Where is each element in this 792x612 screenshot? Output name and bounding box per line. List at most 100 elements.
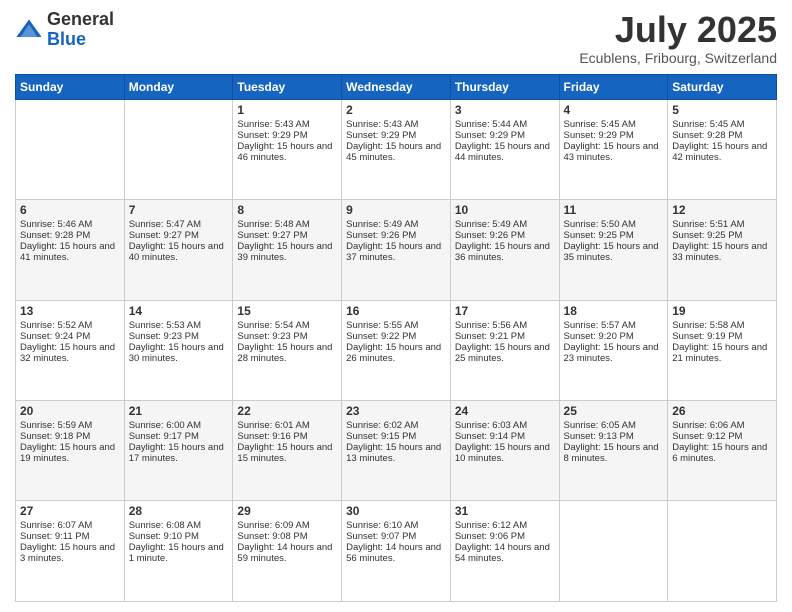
day-number: 28 bbox=[129, 504, 229, 518]
day-number: 7 bbox=[129, 203, 229, 217]
sunrise-text: Sunrise: 5:49 AM bbox=[346, 219, 446, 230]
page: General Blue July 2025 Ecublens, Fribour… bbox=[0, 0, 792, 612]
calendar-cell bbox=[16, 99, 125, 199]
calendar-cell: 15Sunrise: 5:54 AMSunset: 9:23 PMDayligh… bbox=[233, 300, 342, 400]
day-number: 8 bbox=[237, 203, 337, 217]
sunset-text: Sunset: 9:06 PM bbox=[455, 531, 555, 542]
day-number: 1 bbox=[237, 103, 337, 117]
calendar-cell: 28Sunrise: 6:08 AMSunset: 9:10 PMDayligh… bbox=[124, 501, 233, 602]
day-number: 27 bbox=[20, 504, 120, 518]
calendar-cell: 14Sunrise: 5:53 AMSunset: 9:23 PMDayligh… bbox=[124, 300, 233, 400]
sunrise-text: Sunrise: 5:43 AM bbox=[237, 119, 337, 130]
sunset-text: Sunset: 9:08 PM bbox=[237, 531, 337, 542]
day-number: 14 bbox=[129, 304, 229, 318]
sunrise-text: Sunrise: 6:00 AM bbox=[129, 420, 229, 431]
day-number: 4 bbox=[564, 103, 664, 117]
daylight-text: Daylight: 14 hours and 56 minutes. bbox=[346, 542, 446, 564]
sunset-text: Sunset: 9:29 PM bbox=[346, 130, 446, 141]
sunset-text: Sunset: 9:29 PM bbox=[237, 130, 337, 141]
sunrise-text: Sunrise: 6:03 AM bbox=[455, 420, 555, 431]
sunrise-text: Sunrise: 5:44 AM bbox=[455, 119, 555, 130]
calendar-cell: 6Sunrise: 5:46 AMSunset: 9:28 PMDaylight… bbox=[16, 200, 125, 300]
sunset-text: Sunset: 9:10 PM bbox=[129, 531, 229, 542]
sunset-text: Sunset: 9:23 PM bbox=[237, 331, 337, 342]
day-number: 20 bbox=[20, 404, 120, 418]
sunset-text: Sunset: 9:14 PM bbox=[455, 431, 555, 442]
calendar-week-2: 6Sunrise: 5:46 AMSunset: 9:28 PMDaylight… bbox=[16, 200, 777, 300]
calendar-cell: 10 Sunrise: 5:49 AMSunset: 9:26 PMDayligh… bbox=[450, 200, 559, 300]
calendar-cell: 7Sunrise: 5:47 AMSunset: 9:27 PMDaylight… bbox=[124, 200, 233, 300]
sunset-text: Sunset: 9:24 PM bbox=[20, 331, 120, 342]
calendar-cell: 8 Sunrise: 5:48 AMSunset: 9:27 PMDaylight… bbox=[233, 200, 342, 300]
weekday-header-row: Sunday Monday Tuesday Wednesday Thursday… bbox=[16, 74, 777, 99]
daylight-text: Daylight: 15 hours and 10 minutes. bbox=[455, 442, 555, 464]
daylight-text: Daylight: 15 hours and 36 minutes. bbox=[455, 241, 555, 263]
sunrise-text: Sunrise: 5:48 AM bbox=[237, 219, 337, 230]
sunset-text: Sunset: 9:12 PM bbox=[672, 431, 772, 442]
calendar-cell: 20Sunrise: 5:59 AMSunset: 9:18 PMDayligh… bbox=[16, 401, 125, 501]
header-friday: Friday bbox=[559, 74, 668, 99]
calendar-cell bbox=[668, 501, 777, 602]
sunrise-text: Sunrise: 6:02 AM bbox=[346, 420, 446, 431]
sunrise-text: Sunrise: 6:12 AM bbox=[455, 520, 555, 531]
sunset-text: Sunset: 9:23 PM bbox=[129, 331, 229, 342]
daylight-text: Daylight: 15 hours and 19 minutes. bbox=[20, 442, 120, 464]
day-number: 16 bbox=[346, 304, 446, 318]
sunrise-text: Sunrise: 6:01 AM bbox=[237, 420, 337, 431]
sunrise-text: Sunrise: 5:45 AM bbox=[564, 119, 664, 130]
sunset-text: Sunset: 9:29 PM bbox=[564, 130, 664, 141]
calendar-cell: 17Sunrise: 5:56 AMSunset: 9:21 PMDayligh… bbox=[450, 300, 559, 400]
sunset-text: Sunset: 9:26 PM bbox=[455, 230, 555, 241]
sunset-text: Sunset: 9:13 PM bbox=[564, 431, 664, 442]
header-sunday: Sunday bbox=[16, 74, 125, 99]
calendar-cell: 12Sunrise: 5:51 AMSunset: 9:25 PMDayligh… bbox=[668, 200, 777, 300]
day-number: 13 bbox=[20, 304, 120, 318]
daylight-text: Daylight: 15 hours and 39 minutes. bbox=[237, 241, 337, 263]
sunset-text: Sunset: 9:17 PM bbox=[129, 431, 229, 442]
sunrise-text: Sunrise: 5:49 AM bbox=[455, 219, 555, 230]
sunrise-text: Sunrise: 5:51 AM bbox=[672, 219, 772, 230]
sunset-text: Sunset: 9:20 PM bbox=[564, 331, 664, 342]
daylight-text: Daylight: 15 hours and 3 minutes. bbox=[20, 542, 120, 564]
header-thursday: Thursday bbox=[450, 74, 559, 99]
calendar-cell: 13Sunrise: 5:52 AMSunset: 9:24 PMDayligh… bbox=[16, 300, 125, 400]
logo-text: General Blue bbox=[47, 10, 114, 50]
sunset-text: Sunset: 9:19 PM bbox=[672, 331, 772, 342]
sunset-text: Sunset: 9:27 PM bbox=[237, 230, 337, 241]
sunrise-text: Sunrise: 5:56 AM bbox=[455, 320, 555, 331]
logo: General Blue bbox=[15, 10, 114, 50]
daylight-text: Daylight: 15 hours and 25 minutes. bbox=[455, 342, 555, 364]
daylight-text: Daylight: 15 hours and 45 minutes. bbox=[346, 141, 446, 163]
sunset-text: Sunset: 9:25 PM bbox=[672, 230, 772, 241]
logo-general: General bbox=[47, 9, 114, 29]
day-number: 25 bbox=[564, 404, 664, 418]
day-number: 26 bbox=[672, 404, 772, 418]
day-number: 10 bbox=[455, 203, 555, 217]
month-title: July 2025 bbox=[579, 10, 777, 50]
calendar-cell: 11Sunrise: 5:50 AMSunset: 9:25 PMDayligh… bbox=[559, 200, 668, 300]
location: Ecublens, Fribourg, Switzerland bbox=[579, 50, 777, 66]
calendar-week-1: 1Sunrise: 5:43 AMSunset: 9:29 PMDaylight… bbox=[16, 99, 777, 199]
calendar-cell: 16Sunrise: 5:55 AMSunset: 9:22 PMDayligh… bbox=[342, 300, 451, 400]
calendar-cell: 24Sunrise: 6:03 AMSunset: 9:14 PMDayligh… bbox=[450, 401, 559, 501]
calendar-cell: 22Sunrise: 6:01 AMSunset: 9:16 PMDayligh… bbox=[233, 401, 342, 501]
sunset-text: Sunset: 9:21 PM bbox=[455, 331, 555, 342]
sunrise-text: Sunrise: 6:08 AM bbox=[129, 520, 229, 531]
calendar-cell: 9Sunrise: 5:49 AMSunset: 9:26 PMDaylight… bbox=[342, 200, 451, 300]
day-number: 21 bbox=[129, 404, 229, 418]
sunrise-text: Sunrise: 6:07 AM bbox=[20, 520, 120, 531]
daylight-text: Daylight: 14 hours and 54 minutes. bbox=[455, 542, 555, 564]
header-wednesday: Wednesday bbox=[342, 74, 451, 99]
sunrise-text: Sunrise: 6:05 AM bbox=[564, 420, 664, 431]
day-number: 9 bbox=[346, 203, 446, 217]
sunrise-text: Sunrise: 6:09 AM bbox=[237, 520, 337, 531]
day-number: 3 bbox=[455, 103, 555, 117]
day-number: 6 bbox=[20, 203, 120, 217]
sunset-text: Sunset: 9:07 PM bbox=[346, 531, 446, 542]
calendar-cell: 25Sunrise: 6:05 AMSunset: 9:13 PMDayligh… bbox=[559, 401, 668, 501]
day-number: 19 bbox=[672, 304, 772, 318]
title-block: July 2025 Ecublens, Fribourg, Switzerlan… bbox=[579, 10, 777, 66]
calendar-week-3: 13Sunrise: 5:52 AMSunset: 9:24 PMDayligh… bbox=[16, 300, 777, 400]
daylight-text: Daylight: 15 hours and 6 minutes. bbox=[672, 442, 772, 464]
day-number: 29 bbox=[237, 504, 337, 518]
